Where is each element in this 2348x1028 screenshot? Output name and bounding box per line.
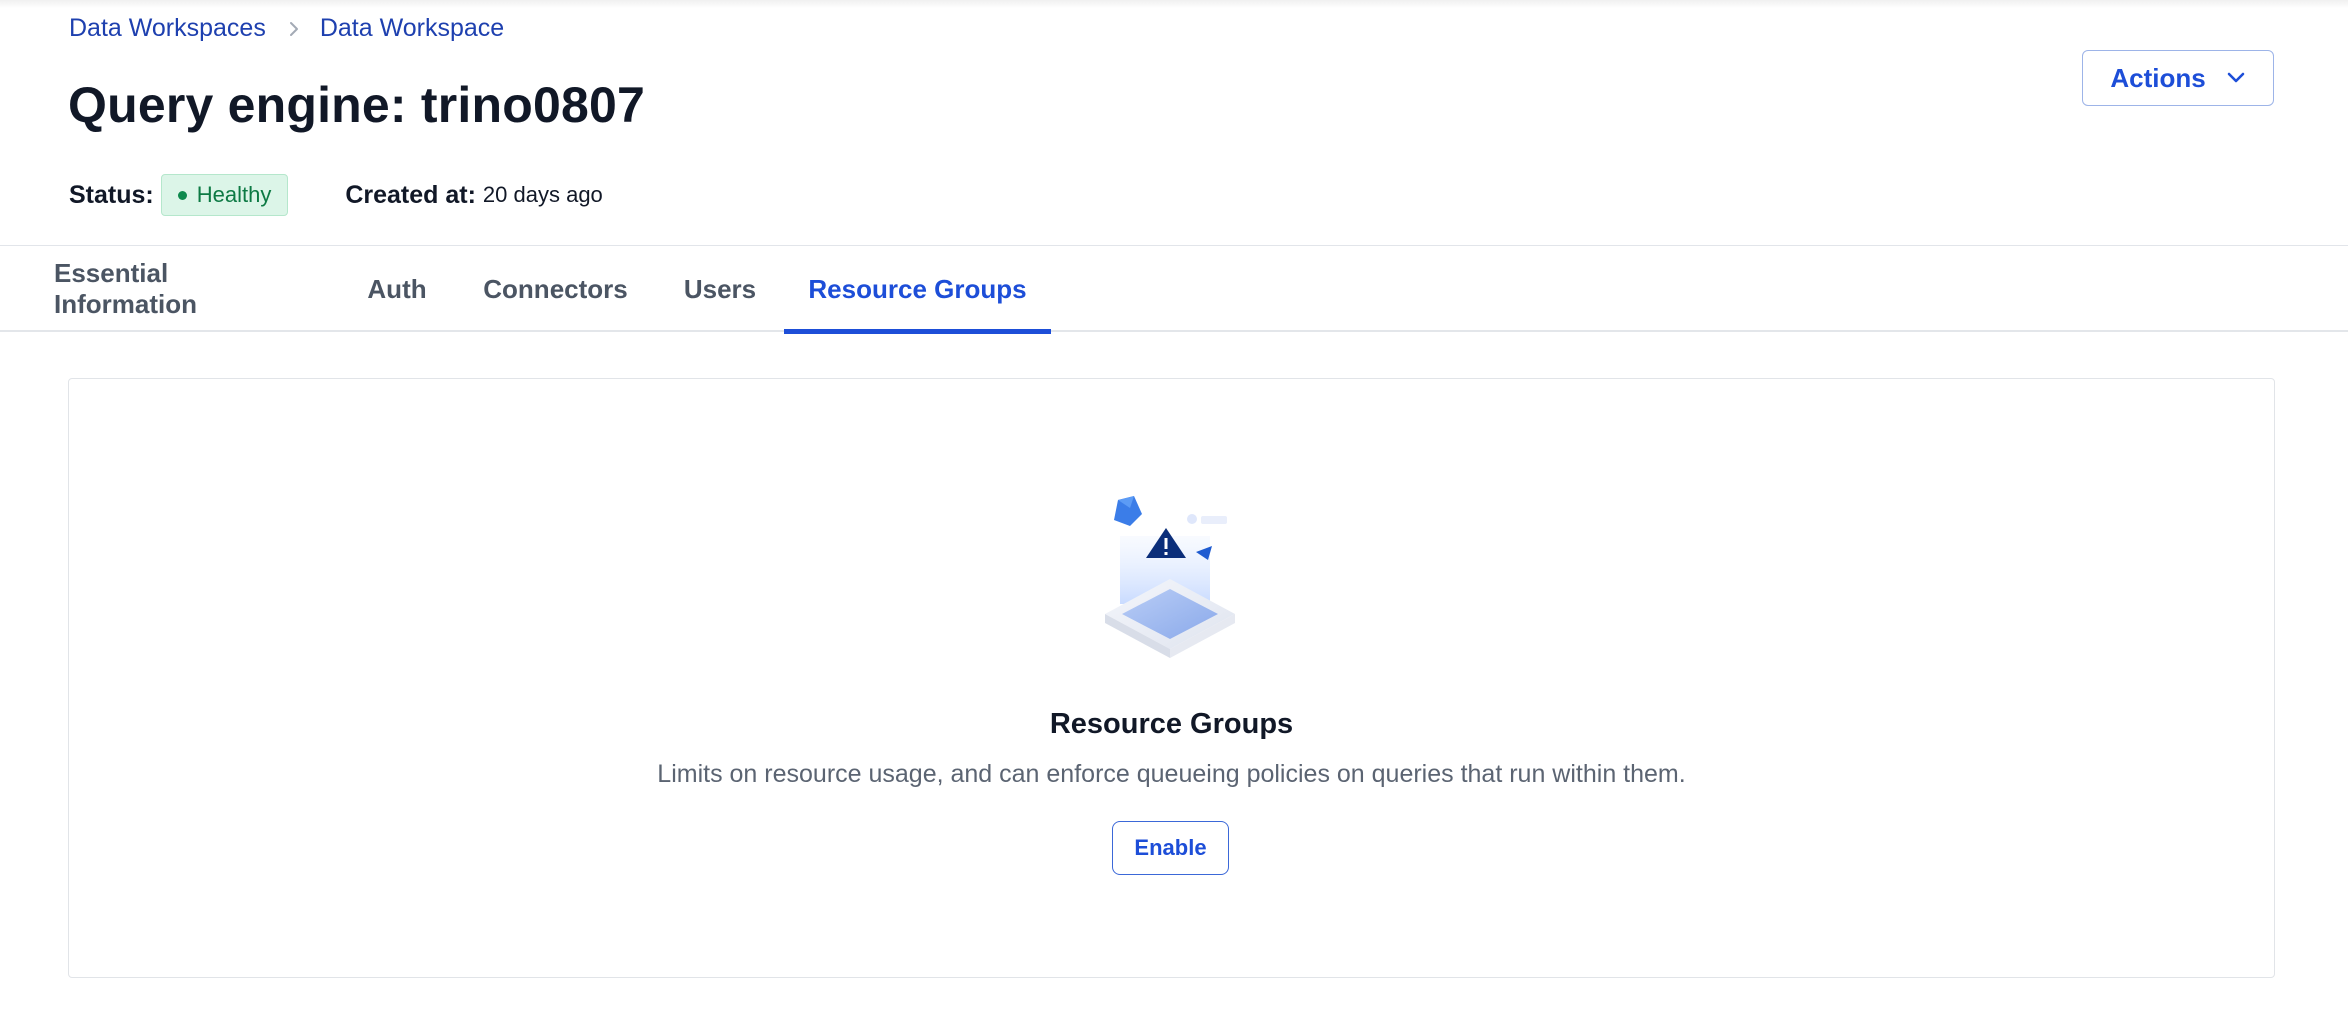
- breadcrumb: Data Workspaces Data Workspace: [69, 14, 504, 43]
- tab-label: Essential Information: [54, 258, 197, 319]
- header-shadow: [0, 0, 2348, 8]
- created-at-value: 20 days ago: [482, 182, 603, 207]
- tab-resource-groups[interactable]: Resource Groups: [784, 246, 1051, 334]
- tab-users[interactable]: Users: [684, 246, 756, 332]
- enable-button[interactable]: Enable: [1112, 821, 1229, 875]
- tab-label: Resource Groups: [808, 273, 1027, 304]
- tab-label: Users: [683, 273, 757, 304]
- status-value: Healthy: [196, 182, 272, 207]
- chevron-down-icon: [2226, 71, 2246, 85]
- actions-button-label: Actions: [2110, 62, 2206, 93]
- engine-meta: Status: Healthy Created at: 20 days ago: [69, 174, 603, 216]
- tab-auth[interactable]: Auth: [367, 246, 427, 332]
- empty-state-description: Limits on resource usage, and can enforc…: [657, 760, 1686, 788]
- status-badge: Healthy: [160, 174, 289, 216]
- breadcrumb-data-workspaces[interactable]: Data Workspaces: [69, 14, 266, 43]
- tab-label: Auth: [367, 273, 427, 304]
- status-label: Status:: [69, 180, 154, 209]
- chevron-right-icon: [288, 20, 300, 38]
- warning-box-illustration: [1105, 496, 1235, 658]
- tab-connectors[interactable]: Connectors: [483, 246, 628, 332]
- actions-button[interactable]: Actions: [2082, 50, 2274, 106]
- tab-label: Connectors: [483, 273, 628, 304]
- tab-bar: Essential Information Auth Connectors Us…: [0, 246, 2348, 334]
- resource-groups-card: [68, 378, 2275, 978]
- empty-state-title: Resource Groups: [1049, 708, 1294, 740]
- tab-essential-information[interactable]: Essential Information: [54, 246, 311, 332]
- page-title: Query engine: trino0807: [68, 77, 645, 133]
- created-at-label: Created at:: [345, 180, 476, 209]
- breadcrumb-data-workspace[interactable]: Data Workspace: [320, 14, 504, 43]
- status-dot-icon: [177, 190, 187, 200]
